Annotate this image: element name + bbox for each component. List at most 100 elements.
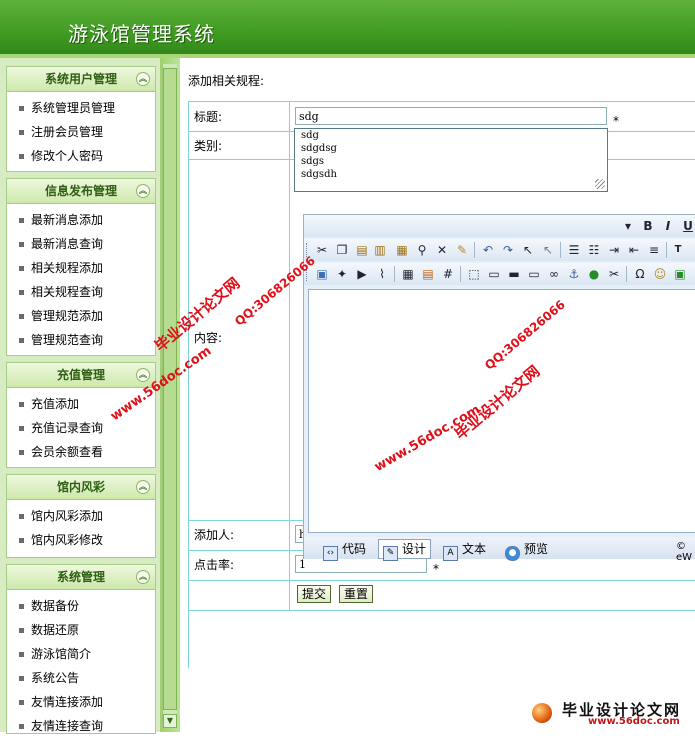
sidebar-item[interactable]: 馆内风彩修改 <box>7 528 155 552</box>
redo-icon[interactable]: ↷ <box>500 242 516 258</box>
sidebar-item[interactable]: 相关规程添加 <box>7 256 155 280</box>
collapse-icon[interactable]: ︽ <box>136 570 150 584</box>
indent-icon[interactable]: ⇥ <box>606 242 622 258</box>
marquee-icon[interactable]: ▭ <box>526 266 542 282</box>
sidebar-item[interactable]: 友情连接添加 <box>7 690 155 714</box>
autocomplete-option[interactable]: sdgsdh <box>295 168 607 181</box>
unordered-list-icon[interactable]: ☷ <box>586 242 602 258</box>
media-icon[interactable]: ▶ <box>354 266 370 282</box>
sidebar-item-label: 游泳馆简介 <box>31 647 92 661</box>
outdent-icon[interactable]: ⇤ <box>626 242 642 258</box>
autocomplete-option[interactable]: sdgs <box>295 155 607 168</box>
text-box-icon[interactable]: T <box>670 242 686 258</box>
bullet-icon <box>19 402 24 407</box>
table-icon[interactable]: ▦ <box>400 266 416 282</box>
autocomplete-option[interactable]: sdgdsg <box>295 142 607 155</box>
sidebar-item[interactable]: 数据备份 <box>7 594 155 618</box>
delete-icon[interactable]: ✕ <box>434 242 450 258</box>
sidebar-item[interactable]: 注册会员管理 <box>7 120 155 144</box>
paste-icon[interactable]: ▤ <box>354 242 370 258</box>
frame-icon[interactable]: ▭ <box>486 266 502 282</box>
collapse-icon[interactable]: ︽ <box>136 184 150 198</box>
deselect-icon[interactable]: ↖ <box>540 242 556 258</box>
sidebar-item[interactable]: 会员余额查看 <box>7 440 155 464</box>
mode-preview-tab[interactable]: ● 预览 <box>500 539 553 561</box>
copy-icon[interactable]: ❐ <box>334 242 350 258</box>
undo-icon[interactable]: ↶ <box>480 242 496 258</box>
form-icon[interactable]: ⬚ <box>466 266 482 282</box>
sidebar-item[interactable]: 管理规范查询 <box>7 328 155 352</box>
unlink-icon[interactable]: ✂ <box>606 266 622 282</box>
anchor-icon[interactable]: ⚓ <box>566 266 582 282</box>
sidebar-item[interactable]: 友情连接查询 <box>7 714 155 738</box>
sidebar-item[interactable]: 系统管理员管理 <box>7 96 155 120</box>
section-header[interactable]: 馆内风彩 ︽ <box>7 475 155 500</box>
collapse-icon[interactable]: ︽ <box>136 72 150 86</box>
sidebar-item[interactable]: 最新消息添加 <box>7 208 155 232</box>
sidebar-item-label: 充值添加 <box>31 397 80 411</box>
reset-button[interactable]: 重置 <box>339 585 374 603</box>
toolbar-separator <box>666 242 667 258</box>
mode-design-tab[interactable]: ✎ 设计 <box>378 539 432 561</box>
sidebar-item-label: 馆内风彩修改 <box>31 533 104 547</box>
special-char-icon[interactable]: Ω <box>632 266 648 282</box>
bullet-icon <box>19 628 24 633</box>
mode-code-tab[interactable]: ‹› 代码 <box>318 539 371 561</box>
select-all-icon[interactable]: ↖ <box>520 242 536 258</box>
section-header[interactable]: 系统管理 ︽ <box>7 565 155 590</box>
underline-icon[interactable]: U <box>680 218 695 234</box>
sidebar-item-label: 友情连接添加 <box>31 695 104 709</box>
bullet-icon <box>19 266 24 271</box>
find-icon[interactable]: ⚲ <box>414 242 430 258</box>
sidebar-item-label: 数据还原 <box>31 623 80 637</box>
horizontal-rule-icon[interactable]: ▬ <box>506 266 522 282</box>
excel-icon[interactable]: ▣ <box>672 266 688 282</box>
autocomplete-option[interactable]: sdg <box>295 129 607 142</box>
title-input[interactable]: sdg <box>295 107 607 125</box>
mode-text-tab[interactable]: A 文本 <box>438 539 491 561</box>
sidebar-item[interactable]: 管理规范添加 <box>7 304 155 328</box>
table-props-icon[interactable]: ▤ <box>420 266 436 282</box>
ordered-list-icon[interactable]: ☰ <box>566 242 582 258</box>
category-label: 类别: <box>194 139 223 153</box>
paste-word-icon[interactable]: ▦ <box>394 242 410 258</box>
resize-grip-icon[interactable] <box>595 179 605 189</box>
section-header[interactable]: 信息发布管理 ︽ <box>7 179 155 204</box>
label-cell: 标题: <box>189 102 290 131</box>
sidebar-item[interactable]: 系统公告 <box>7 666 155 690</box>
flash-icon[interactable]: ✦ <box>334 266 350 282</box>
sidebar-item[interactable]: 游泳馆简介 <box>7 642 155 666</box>
label-cell <box>189 580 290 610</box>
sidebar-item-label: 会员余额查看 <box>31 445 104 459</box>
sidebar-item[interactable]: 修改个人密码 <box>7 144 155 168</box>
clean-format-icon[interactable]: ✎ <box>454 242 470 258</box>
globe-icon[interactable]: ● <box>586 266 602 282</box>
cut-icon[interactable]: ✂ <box>314 242 330 258</box>
image-icon[interactable]: ▣ <box>314 266 330 282</box>
sidebar-item[interactable]: 最新消息查询 <box>7 232 155 256</box>
grid-icon[interactable]: # <box>440 266 456 282</box>
attachment-icon[interactable]: ⌇ <box>374 266 390 282</box>
mode-label: 代码 <box>342 542 367 556</box>
bold-icon[interactable]: B <box>640 218 656 234</box>
design-icon: ✎ <box>383 546 398 561</box>
sidebar-item[interactable]: 馆内风彩添加 <box>7 504 155 528</box>
section-header[interactable]: 充值管理 ︽ <box>7 363 155 388</box>
align-icon[interactable]: ≡ <box>646 242 662 258</box>
emoticon-icon[interactable]: ☺ <box>652 266 668 282</box>
dropdown-icon[interactable]: ▾ <box>620 218 636 234</box>
sidebar-item[interactable]: 相关规程查询 <box>7 280 155 304</box>
sidebar-item[interactable]: 数据还原 <box>7 618 155 642</box>
sidebar-item-label: 管理规范查询 <box>31 333 104 347</box>
sidebar-item[interactable]: 充值记录查询 <box>7 416 155 440</box>
paste-text-icon[interactable]: ▥ <box>372 242 388 258</box>
clicks-label: 点击率: <box>194 558 235 572</box>
scroll-down-arrow-icon[interactable]: ▼ <box>163 714 177 728</box>
bullet-icon <box>19 724 24 729</box>
collapse-icon[interactable]: ︽ <box>136 480 150 494</box>
section-header[interactable]: 系统用户管理 ︽ <box>7 67 155 92</box>
collapse-icon[interactable]: ︽ <box>136 368 150 382</box>
submit-button[interactable]: 提交 <box>297 585 332 603</box>
link-icon[interactable]: ∞ <box>546 266 562 282</box>
italic-icon[interactable]: I <box>660 218 676 234</box>
